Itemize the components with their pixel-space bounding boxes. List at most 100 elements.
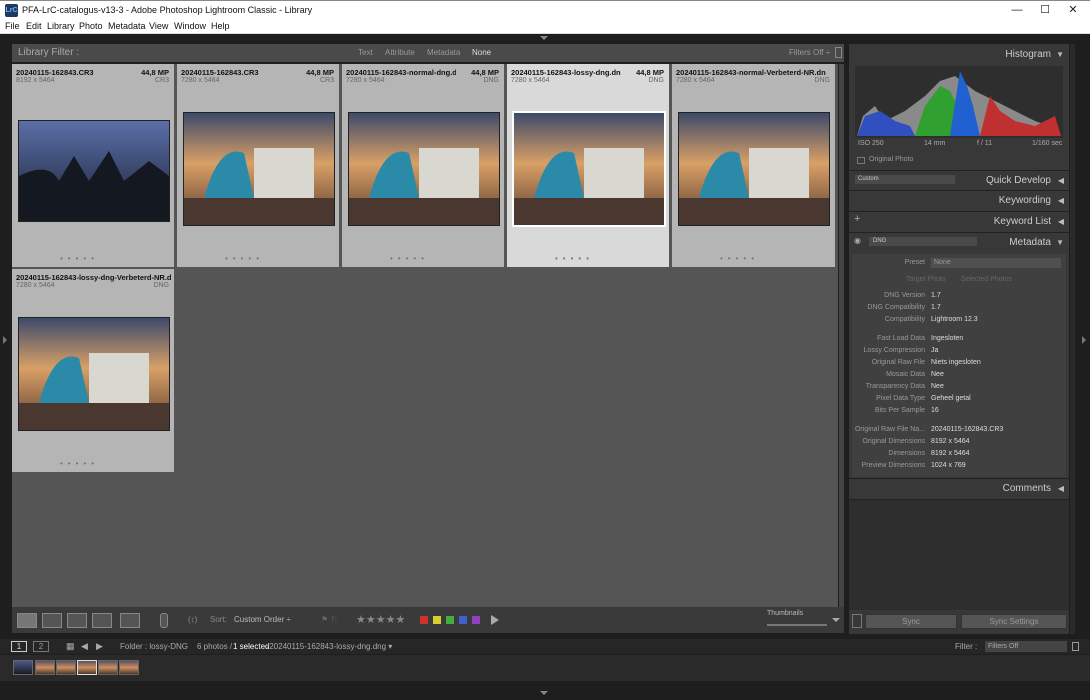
photo-cell[interactable]: 20240115-162843.CR3 44,8 MP 8192 x 5464 … (12, 64, 175, 267)
expand-icon[interactable]: ◀ (1058, 196, 1064, 205)
filters-off-dropdown[interactable]: Filters Off ÷ (789, 48, 830, 57)
toolbar-menu-icon[interactable] (832, 618, 840, 622)
photo-thumbnail[interactable] (183, 112, 335, 226)
spray-can-icon[interactable] (160, 613, 168, 628)
histogram[interactable] (855, 66, 1063, 138)
expand-icon[interactable]: ◀ (1058, 176, 1064, 185)
photo-thumbnail[interactable] (512, 111, 666, 227)
flag-icons[interactable]: ⚑ ⚐ (321, 615, 338, 624)
left-panel-toggle-icon[interactable] (3, 336, 7, 344)
grid-icon[interactable]: ▦ (66, 641, 75, 652)
forward-arrow-icon[interactable]: ▶ (96, 641, 103, 652)
photo-path-dropdown[interactable]: /20240115-162843-lossy-dng.dng ▾ (267, 642, 392, 651)
filmstrip-thumbnail-selected[interactable] (77, 660, 97, 675)
filter-none[interactable]: None (472, 48, 491, 57)
loupe-view-icon[interactable] (42, 613, 62, 628)
people-view-icon[interactable] (120, 613, 140, 628)
filter-text[interactable]: Text (358, 48, 373, 57)
back-arrow-icon[interactable]: ◀ (81, 641, 88, 652)
menu-edit[interactable]: Edit (26, 21, 42, 31)
photo-cell[interactable]: 20240115-162843-normal-Verbeterd-NR.dng … (672, 64, 836, 267)
rating-dots[interactable]: ••••• (60, 459, 99, 468)
rating-dots[interactable]: ••••• (60, 254, 99, 263)
top-panel-toggle-icon[interactable] (540, 36, 548, 40)
filter-metadata[interactable]: Metadata (427, 48, 460, 57)
collapse-icon[interactable]: ▼ (1056, 50, 1064, 59)
original-photo-checkbox[interactable] (857, 157, 865, 164)
photo-thumbnail[interactable] (18, 317, 170, 431)
grid-view-icon[interactable] (17, 613, 37, 628)
photo-thumbnail[interactable] (348, 112, 500, 226)
photo-cell[interactable]: 20240115-162843.CR3 44,8 MP 7280 x 5464 … (177, 64, 340, 267)
filmstrip-thumbnail[interactable] (56, 660, 76, 675)
star-rating[interactable]: ★★★★★ (356, 613, 405, 626)
color-label-yellow[interactable] (433, 616, 441, 624)
metadata-key: Lossy Compression (863, 347, 925, 354)
lock-icon[interactable] (835, 47, 842, 58)
maximize-button[interactable]: ☐ (1030, 3, 1060, 18)
close-button[interactable]: ✕ (1058, 3, 1088, 18)
rating-dots[interactable]: ••••• (390, 254, 429, 263)
menu-file[interactable]: File (5, 21, 20, 31)
library-filter-bar: Library Filter : Text Attribute Metadata… (12, 44, 844, 62)
histogram-header[interactable]: Histogram ▼ (849, 46, 1069, 64)
photo-cell[interactable]: 20240115-162843-lossy-dng-Verbeterd-NR.d… (12, 269, 175, 472)
menu-photo[interactable]: Photo (79, 21, 103, 31)
expand-icon[interactable]: ◀ (1058, 484, 1064, 493)
survey-view-icon[interactable] (92, 613, 112, 628)
rating-dots[interactable]: ••••• (720, 254, 759, 263)
rating-dots[interactable]: ••••• (225, 254, 264, 263)
photo-thumbnail[interactable] (678, 112, 830, 226)
filter-lock-icon[interactable] (1072, 642, 1079, 651)
selected-photos-toggle[interactable]: Selected Photos (961, 276, 1012, 283)
sync-settings-button[interactable]: Sync Settings (961, 614, 1067, 629)
photo-thumbnail[interactable] (18, 120, 170, 222)
menu-help[interactable]: Help (211, 21, 230, 31)
sync-button[interactable]: Sync (865, 614, 957, 629)
keywording-header[interactable]: Keywording ◀ (849, 192, 1069, 210)
photo-count: 6 photos / (197, 642, 233, 651)
filmstrip-filter-dropdown[interactable]: Filters Off (985, 641, 1067, 652)
photo-filetype: DNG (648, 77, 664, 84)
filmstrip-thumbnail[interactable] (35, 660, 55, 675)
bottom-panel-toggle-icon[interactable] (540, 691, 548, 695)
quick-develop-header[interactable]: Quick Develop ◀ (849, 172, 1069, 190)
thumbnail-size-slider[interactable] (767, 624, 827, 626)
expand-icon[interactable]: ◀ (1058, 217, 1064, 226)
color-label-red[interactable] (420, 616, 428, 624)
menu-view[interactable]: View (149, 21, 168, 31)
comments-header[interactable]: Comments ◀ (849, 480, 1069, 498)
filter-attribute[interactable]: Attribute (385, 48, 415, 57)
filmstrip-thumbnail[interactable] (119, 660, 139, 675)
grid-scrollbar[interactable] (839, 64, 844, 607)
window-2-button[interactable]: 2 (33, 641, 49, 652)
photo-cell[interactable]: 20240115-162843-normal-dng.dng 44,8 MP 7… (342, 64, 505, 267)
right-panel-toggle-icon[interactable] (1082, 336, 1086, 344)
color-label-blue[interactable] (459, 616, 467, 624)
color-label-purple[interactable] (472, 616, 480, 624)
window-1-button[interactable]: 1 (11, 641, 27, 652)
menu-window[interactable]: Window (174, 21, 206, 31)
filmstrip-thumbnail[interactable] (13, 660, 33, 675)
collapse-icon[interactable]: ▼ (1056, 238, 1064, 247)
metadata-header[interactable]: Metadata ▼ (849, 234, 1069, 252)
color-label-green[interactable] (446, 616, 454, 624)
filmstrip-thumbnail[interactable] (98, 660, 118, 675)
minimize-button[interactable]: — (1002, 3, 1032, 18)
compare-view-icon[interactable] (67, 613, 87, 628)
photo-cell-selected[interactable]: 20240115-162843-lossy-dng.dng 44,8 MP 72… (507, 64, 670, 267)
sync-switch[interactable] (852, 614, 862, 628)
lightroom-app-icon: LrC (5, 4, 18, 17)
menu-library[interactable]: Library (47, 21, 75, 31)
preset-label: Preset (904, 259, 925, 266)
sort-order-dropdown[interactable]: Custom Order ÷ (234, 615, 291, 624)
target-photo-toggle[interactable]: Target Photo (906, 276, 946, 283)
sort-direction-icon[interactable]: (↕) (188, 615, 197, 624)
rating-dots[interactable]: ••••• (555, 254, 594, 263)
menu-metadata[interactable]: Metadata (108, 21, 146, 31)
metadata-preset-dropdown[interactable]: None (931, 258, 1061, 268)
library-filter-title: Library Filter : (18, 47, 80, 58)
keyword-list-header[interactable]: Keyword List ◀ (849, 213, 1069, 231)
right-panel-scrollbar[interactable] (1070, 44, 1075, 634)
play-slideshow-icon[interactable] (491, 615, 499, 625)
